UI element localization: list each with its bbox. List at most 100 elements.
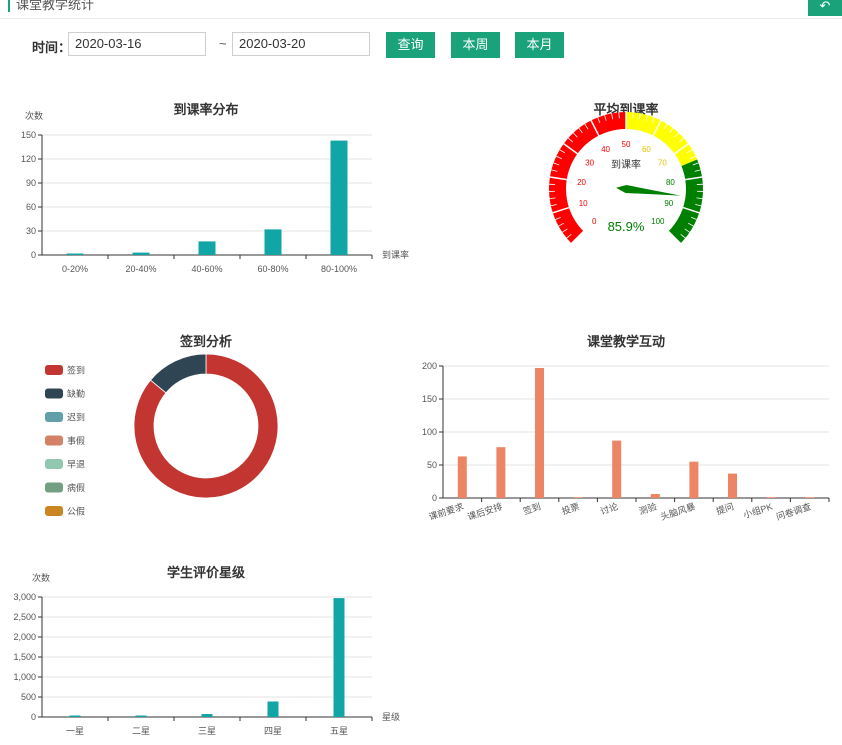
x-tick-label: 课前要求: [427, 500, 465, 522]
bar: [766, 497, 776, 498]
student-rating-chart: 0 500 1,000 1,500 2,000 2,500 3,000 一星 二星 三星 四星 五星: [13, 592, 373, 736]
gauge-tick-label: 30: [585, 159, 594, 168]
legend-swatch: [45, 459, 63, 469]
legend-label: 事假: [67, 435, 85, 446]
x-tick-label: 讨论: [599, 500, 620, 516]
gauge-tick-label: 60: [642, 145, 651, 154]
bar: [457, 456, 467, 498]
signin-analysis-title: 签到分析: [179, 334, 232, 349]
legend-label: 签到: [67, 365, 85, 376]
legend-swatch: [45, 482, 63, 493]
gauge-tick-label: 100: [651, 217, 665, 226]
x-tick-label: 问卷调查: [775, 500, 813, 522]
attendance-distribution-ylabel: 次数: [25, 110, 43, 121]
legend-label: 早退: [67, 460, 85, 470]
attendance-distribution-title: 到课率分布: [173, 102, 238, 117]
y-tick-label: 1,500: [13, 652, 36, 662]
gauge-tick-label: 40: [601, 145, 610, 154]
y-tick-label: 100: [422, 427, 437, 437]
student-rating-title: 学生评价星级: [167, 565, 246, 580]
legend-swatch: [45, 365, 63, 375]
classroom-interaction-title: 课堂教学互动: [587, 334, 665, 349]
legend-label: 缺勤: [67, 388, 85, 399]
x-tick-label: 0-20%: [62, 264, 88, 274]
bar: [69, 715, 81, 717]
bar: [728, 473, 737, 498]
gauge-tick: [632, 112, 634, 119]
gauge-tick-label: 90: [664, 199, 673, 208]
y-tick-label: 3,000: [13, 592, 36, 602]
pie-slice: [149, 353, 207, 394]
x-tick-label: 一星: [66, 726, 84, 736]
y-tick-label: 30: [26, 226, 36, 236]
student-rating-xlabel: 星级: [382, 711, 400, 722]
bar: [805, 497, 815, 498]
x-tick-label: 四星: [264, 726, 282, 736]
gauge-tick-label: 20: [577, 178, 586, 187]
student-rating-ylabel: 次数: [32, 572, 50, 583]
bar: [650, 494, 660, 498]
legend-swatch: [45, 506, 63, 516]
y-tick-label: 0: [31, 250, 36, 260]
gauge-center-label: 到课率: [611, 158, 641, 171]
bar: [66, 253, 84, 255]
y-tick-label: 120: [21, 154, 36, 164]
legend-label: 病假: [67, 482, 85, 493]
attendance-distribution-chart: 0 30 60 90 120 150 0-20% 20-40% 40-60% 60-80% 80-1…: [21, 130, 373, 274]
bar: [198, 241, 216, 255]
bar: [135, 715, 147, 717]
x-tick-label: 二星: [132, 726, 150, 736]
x-tick-label: 课后安排: [466, 500, 504, 522]
y-tick-label: 200: [422, 361, 437, 371]
x-tick-label: 签到: [522, 500, 543, 516]
y-tick-label: 0: [432, 493, 437, 503]
legend-swatch: [45, 412, 63, 422]
gauge-tick-label: 80: [666, 178, 675, 187]
classroom-interaction-chart: 0 50 100 150 200 课前要求 课后安排 签到 投票 讨论 测验 头脑风暴 提问 小组PK 问卷…: [422, 361, 830, 522]
gauge-value-label: 85.9%: [608, 219, 645, 234]
y-tick-label: 2,000: [13, 632, 36, 642]
gauge-tick-label: 70: [658, 159, 667, 168]
legend-label: 迟到: [67, 412, 85, 423]
x-tick-label: 头脑风暴: [659, 500, 697, 522]
gauge-tick-label: 0: [592, 217, 597, 226]
y-tick-label: 60: [26, 202, 36, 212]
legend-swatch: [45, 435, 63, 446]
x-tick-label: 小组PK: [742, 500, 774, 520]
bar: [201, 714, 213, 717]
y-tick-label: 90: [26, 178, 36, 188]
signin-analysis-chart: 签到缺勤迟到事假早退病假公假: [45, 353, 279, 517]
bar: [612, 440, 622, 498]
legend-swatch: [45, 388, 63, 399]
x-tick-label: 测验: [637, 500, 658, 516]
bar: [264, 229, 282, 255]
x-tick-label: 20-40%: [125, 264, 156, 274]
y-tick-label: 0: [31, 712, 36, 722]
x-tick-label: 五星: [330, 726, 348, 736]
bar: [689, 461, 699, 498]
x-tick-label: 40-60%: [191, 264, 222, 274]
y-tick-label: 50: [427, 460, 437, 470]
bar: [496, 447, 506, 498]
bar: [573, 497, 583, 498]
x-tick-label: 80-100%: [321, 264, 357, 274]
bar: [267, 701, 279, 717]
legend-label: 公假: [67, 507, 85, 517]
charts-canvas: 到课率分布 次数 到课率 0 30 60 90 120 150 0-20% 20-40% 40-…: [13, 102, 830, 736]
gauge-tick: [618, 112, 620, 119]
bar: [330, 140, 348, 255]
attendance-distribution-xlabel: 到课率: [382, 249, 409, 260]
bar: [132, 252, 150, 255]
y-tick-label: 150: [422, 394, 437, 404]
x-tick-label: 60-80%: [257, 264, 288, 274]
y-tick-label: 1,000: [13, 672, 36, 682]
x-tick-label: 三星: [198, 726, 216, 736]
x-tick-label: 投票: [560, 500, 581, 516]
y-tick-label: 2,500: [13, 612, 36, 622]
y-tick-label: 150: [21, 130, 36, 140]
bar: [535, 367, 544, 498]
gauge-tick-label: 50: [622, 140, 631, 149]
x-tick-label: 提问: [715, 500, 736, 516]
bar: [333, 598, 345, 717]
gauge-tick-label: 10: [579, 199, 588, 208]
